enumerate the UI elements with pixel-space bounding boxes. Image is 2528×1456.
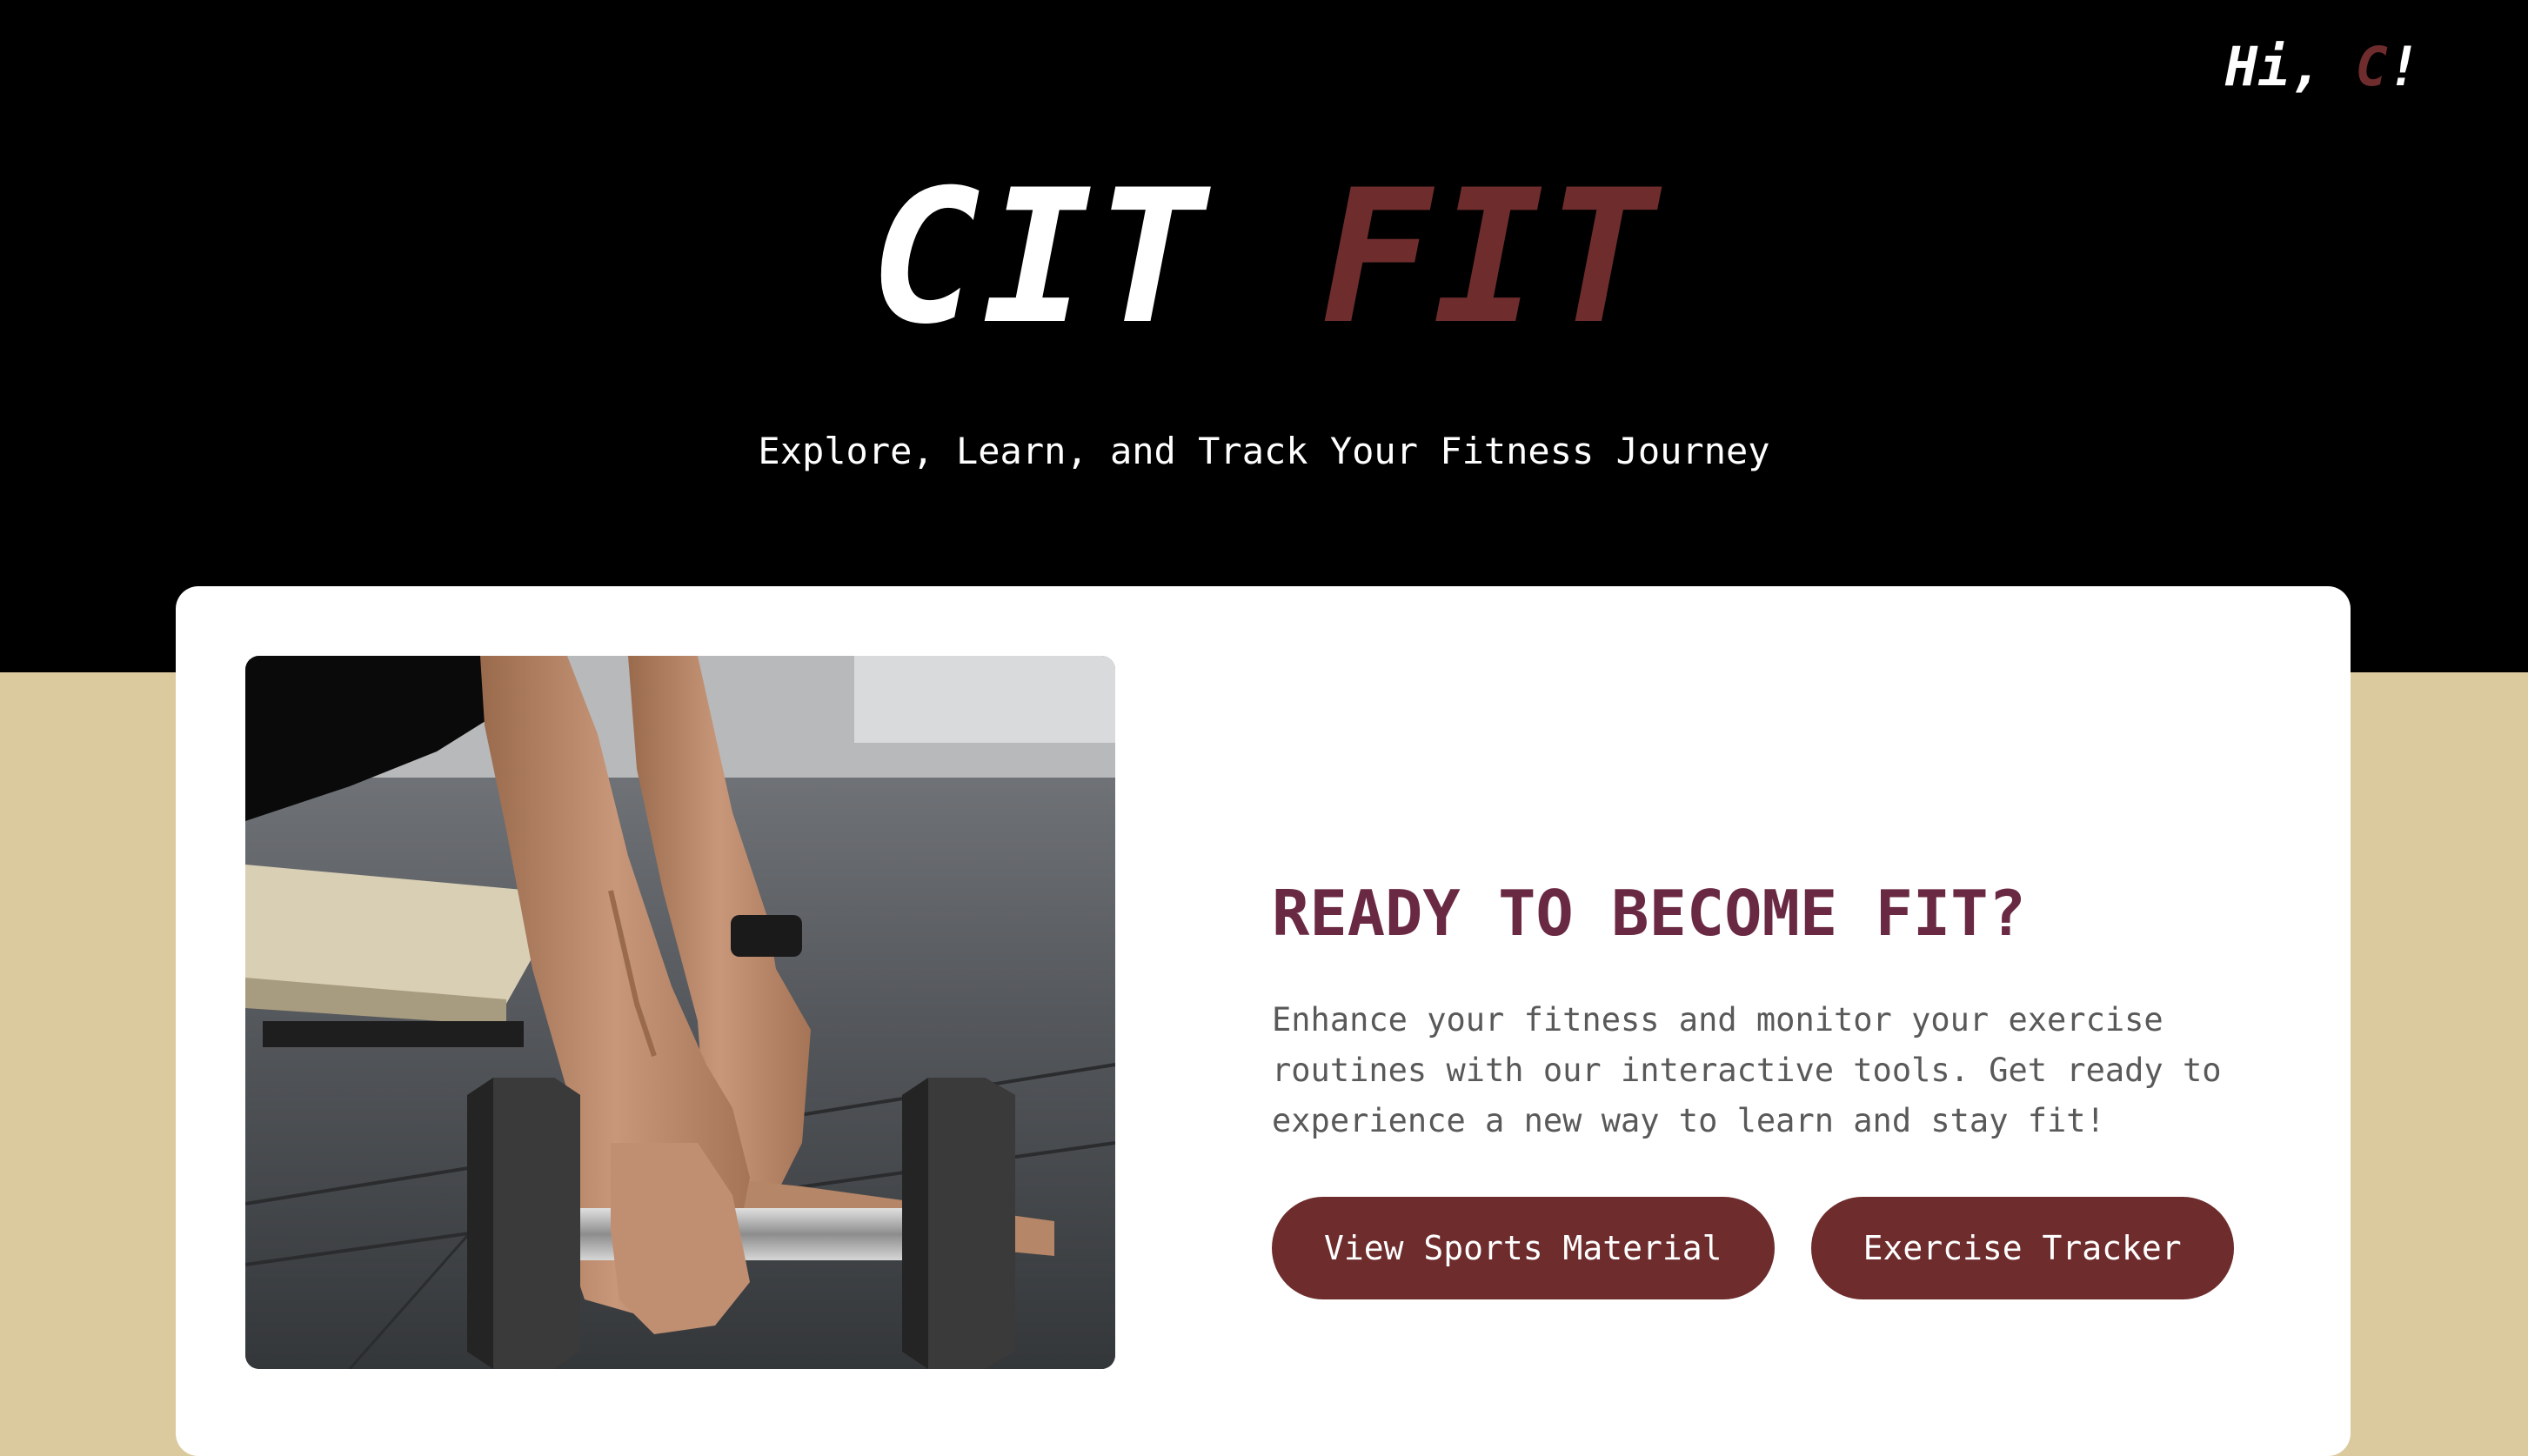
view-sports-material-button[interactable]: View Sports Material — [1272, 1197, 1775, 1299]
brand-accent: FIT — [1320, 150, 1659, 364]
tagline: Explore, Learn, and Track Your Fitness J… — [758, 430, 1770, 472]
fitness-photo — [245, 656, 1115, 1369]
promo-content: READY TO BECOME FIT? Enhance your fitnes… — [1272, 882, 2246, 1299]
user-greeting: Hi, C! — [2225, 35, 2420, 98]
brand-primary: CIT — [869, 150, 1208, 364]
promo-actions: View Sports Material Exercise Tracker — [1272, 1197, 2246, 1299]
greeting-prefix: Hi, — [2225, 35, 2356, 98]
greeting-name: C — [2355, 35, 2388, 98]
exercise-tracker-button[interactable]: Exercise Tracker — [1810, 1197, 2234, 1299]
promo-description: Enhance your fitness and monitor your ex… — [1272, 1001, 2222, 1139]
promo-card: READY TO BECOME FIT? Enhance your fitnes… — [176, 586, 2351, 1456]
promo-headline: READY TO BECOME FIT? — [1272, 877, 2026, 950]
hero-banner: Hi, C! CIT FIT Explore, Learn, and Track… — [0, 0, 2528, 672]
greeting-suffix: ! — [2387, 35, 2420, 98]
brand-logo: CIT FIT — [0, 165, 2528, 350]
